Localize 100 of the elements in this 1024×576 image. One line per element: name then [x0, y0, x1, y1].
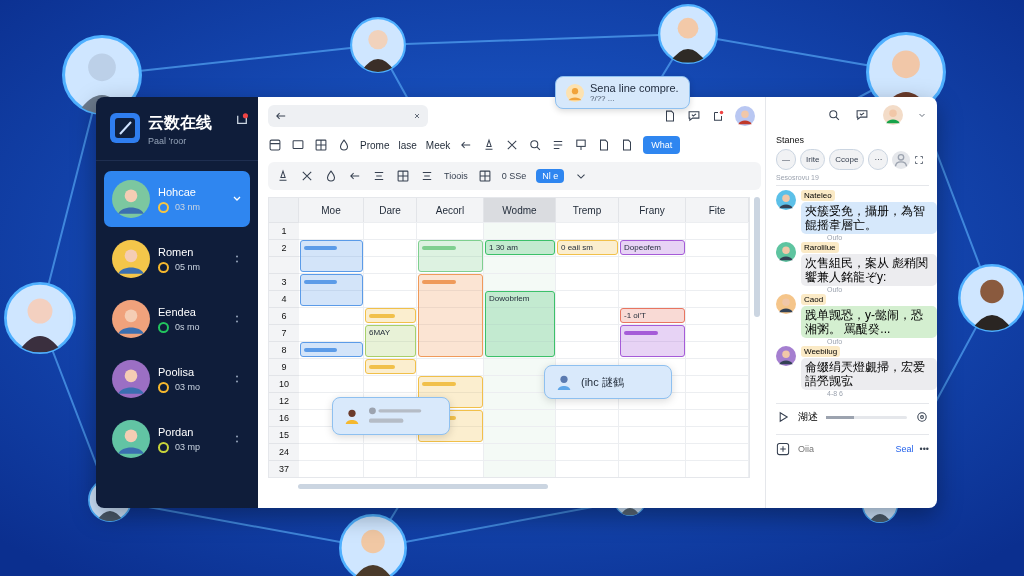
- contact-item[interactable]: Hohcae 03 nm: [104, 171, 250, 227]
- style-button[interactable]: Nl e: [536, 169, 565, 183]
- grid-cell: [619, 239, 686, 256]
- search-icon[interactable]: [528, 138, 543, 152]
- grid-cell: [484, 290, 556, 307]
- contact-item[interactable]: Pordan 03 mp: [104, 411, 250, 467]
- column-header[interactable]: Tremp: [556, 198, 619, 222]
- calendar-event[interactable]: Dopeofem: [620, 240, 685, 255]
- panel-icon[interactable]: [268, 138, 282, 152]
- grid-cell: [484, 392, 556, 409]
- calendar-event[interactable]: 0 eaii sm: [557, 240, 618, 255]
- table-icon[interactable]: [314, 138, 328, 152]
- share-icon[interactable]: [711, 109, 725, 123]
- avatar-icon: [776, 242, 796, 262]
- row-number: 15: [269, 426, 299, 443]
- add-icon[interactable]: [776, 442, 790, 456]
- align-icon[interactable]: [372, 169, 386, 183]
- grid-cell: [484, 273, 556, 290]
- sender-name: Caod: [801, 294, 827, 305]
- row-number: 12: [269, 392, 299, 409]
- chat-icon[interactable]: [855, 108, 869, 122]
- contact-item[interactable]: Eendea 0s mo: [104, 291, 250, 347]
- message-bubble: 夾簇受免，攝册，為智餛摇韋層亡。: [801, 202, 937, 234]
- avatar-icon: [112, 360, 150, 398]
- column-header[interactable]: Dare: [364, 198, 417, 222]
- calendar-event[interactable]: -1 oi'T: [620, 308, 685, 323]
- table-icon[interactable]: [396, 169, 410, 183]
- message-bubble: 侖缀绢兲燈覷掃，宏爱語焭觊宖: [801, 358, 937, 390]
- column-header[interactable]: Frany: [619, 198, 686, 222]
- row-number: 1: [269, 222, 299, 239]
- grid-cell: [556, 222, 619, 239]
- toolbar-button[interactable]: Prome: [360, 139, 390, 151]
- tools-icon[interactable]: [300, 169, 314, 183]
- tooltip-title: Sena line compre.: [590, 82, 679, 94]
- grid-cell: [299, 307, 364, 324]
- drop-icon[interactable]: [324, 169, 338, 183]
- scrollbar[interactable]: [298, 484, 548, 489]
- page-icon[interactable]: [663, 109, 677, 123]
- avatar-icon: [555, 373, 573, 391]
- notification-icon[interactable]: [236, 113, 248, 127]
- contact-item[interactable]: Romen 05 nm: [104, 231, 250, 287]
- calendar-event[interactable]: Dowobrlem: [485, 291, 555, 357]
- table-icon[interactable]: [477, 169, 492, 183]
- board-icon[interactable]: [574, 138, 589, 152]
- avatar-icon: [112, 300, 150, 338]
- grid-cell: [484, 324, 556, 341]
- grid-cell: [299, 290, 364, 307]
- calendar-event[interactable]: 6MAY: [365, 325, 416, 357]
- avatar-icon: [343, 407, 361, 425]
- gear-icon[interactable]: [915, 410, 929, 424]
- filter-chip[interactable]: ···: [868, 149, 889, 170]
- column-header[interactable]: Wodme: [484, 198, 556, 222]
- sender-name: Nateleo: [801, 190, 835, 201]
- app-subtitle: Paal 'roor: [148, 136, 188, 146]
- contact-time: 05 nm: [175, 262, 200, 272]
- more-button[interactable]: •••: [919, 444, 929, 454]
- grid-cell: [484, 239, 556, 256]
- chat-icon[interactable]: [687, 109, 701, 123]
- grid-cell: [556, 239, 619, 256]
- action-button[interactable]: What: [643, 136, 681, 154]
- expand-icon[interactable]: [914, 154, 925, 165]
- toolbar-button[interactable]: lase: [398, 139, 417, 151]
- app-title: 云数在线: [148, 113, 213, 133]
- column-header[interactable]: Fite: [686, 198, 749, 222]
- grid-cell: [484, 341, 556, 358]
- search-icon[interactable]: [827, 108, 841, 122]
- avatar-icon: [958, 264, 1024, 332]
- message-bubble: 践单觊恐，y-懿闹，恐湘粥。 罵醍癸...: [801, 306, 937, 338]
- contact-name: Pordan: [158, 425, 195, 438]
- avatar-icon[interactable]: [883, 105, 903, 125]
- align-icon[interactable]: [420, 169, 434, 183]
- contact-item[interactable]: Poolisa 03 mo: [104, 351, 250, 407]
- drop-icon[interactable]: [337, 138, 351, 152]
- search-field[interactable]: [268, 105, 428, 127]
- filter-chip[interactable]: Ccope: [829, 149, 865, 170]
- grid-cell: [556, 307, 619, 324]
- column-header[interactable]: Moe: [299, 198, 364, 222]
- message-bubble: 次售組民，案从 彪稍関饗兼人銘龍ぞy:: [801, 254, 937, 286]
- calendar-event[interactable]: [620, 325, 685, 357]
- row-number: 24: [269, 443, 299, 460]
- row-number: 16: [269, 409, 299, 426]
- grid-cell: [299, 358, 364, 375]
- format-value: 0 SSe: [501, 171, 527, 181]
- filter-chip[interactable]: Irite: [800, 149, 826, 170]
- grid-cell: [364, 290, 417, 307]
- calendar-event[interactable]: 1 30 am: [485, 240, 555, 255]
- filter-chip[interactable]: —: [776, 149, 796, 170]
- column-header[interactable]: Aecorl: [417, 198, 484, 222]
- close-icon[interactable]: [412, 111, 422, 121]
- avatar-icon: [112, 180, 150, 218]
- row-number: 7: [269, 324, 299, 341]
- toolbar-button[interactable]: Meek: [425, 139, 451, 151]
- avatar-icon: [566, 83, 584, 102]
- grid-cell: [484, 307, 556, 324]
- frame-icon[interactable]: [291, 138, 305, 152]
- avatar-icon[interactable]: [735, 106, 755, 126]
- contact-name: Eendea: [158, 305, 197, 318]
- scrollbar[interactable]: [754, 197, 760, 317]
- grid-cell: [619, 290, 686, 307]
- send-button[interactable]: Seal: [895, 444, 914, 454]
